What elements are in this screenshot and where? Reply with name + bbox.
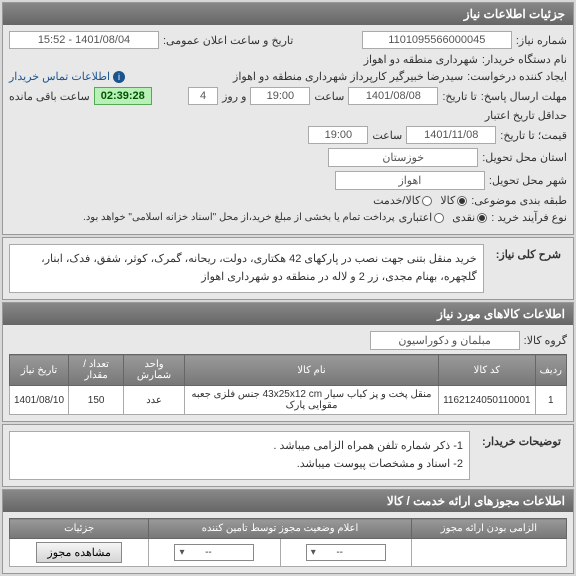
need-no-value: 1101095566000045 — [362, 31, 512, 49]
items-col-header: ردیف — [535, 355, 566, 386]
items-table: ردیفکد کالانام کالاواحد شمارشتعداد / مقد… — [9, 354, 567, 415]
creator-label: ایجاد کننده درخواست: — [467, 70, 567, 83]
notes-box: 1- ذکر شماره تلفن همراه الزامی میباشد . … — [9, 431, 470, 480]
days-value: 4 — [188, 87, 218, 105]
panel-title: جزئیات اطلاعات نیاز — [3, 3, 573, 25]
need-no-label: شماره نیاز: — [516, 34, 567, 47]
permit-row: -- -- مشاهده مجوز — [10, 539, 567, 567]
validity-date: 1401/11/08 — [406, 126, 496, 144]
time-label-2: ساعت — [372, 129, 402, 142]
items-col-header: تاریخ نیاز — [10, 355, 69, 386]
deadline-date: 1401/08/08 — [348, 87, 438, 105]
items-title: اطلاعات کالاهای مورد نیاز — [3, 303, 573, 325]
status-select-1[interactable]: -- — [306, 544, 386, 561]
deadline-label: مهلت ارسال پاسخ: — [481, 90, 567, 103]
remain-label: ساعت باقی مانده — [9, 90, 90, 103]
radio-service[interactable]: کالا/خدمت — [373, 194, 432, 207]
province-label: استان محل تحویل: — [482, 151, 567, 164]
contact-link[interactable]: i اطلاعات تماس خریدار — [9, 70, 125, 83]
contact-text: اطلاعات تماس خریدار — [9, 70, 110, 83]
items-col-header: واحد شمارش — [124, 355, 185, 386]
process-radio-group: نقدی اعتباری — [399, 211, 488, 224]
radio-cash[interactable]: نقدی — [452, 211, 487, 224]
items-col-header: نام کالا — [184, 355, 438, 386]
buyer-label: نام دستگاه خریدار: — [482, 53, 567, 66]
city-value: اهواز — [335, 171, 485, 190]
col-status: اعلام وضعیت مجوز توسط تامین کننده — [149, 519, 412, 539]
notes-label: توضیحات خریدار: — [476, 431, 567, 452]
process-note: پرداخت تمام یا بخشی از مبلغ خرید،از محل … — [83, 212, 395, 223]
group-label: گروه کالا: — [524, 334, 567, 347]
radio-goods[interactable]: کالا — [440, 194, 467, 207]
col-mandatory: الزامی بودن ارائه مجوز — [411, 519, 566, 539]
permits-panel: اطلاعات مجوزهای ارائه خدمت / کالا الزامی… — [2, 489, 574, 574]
creator-value: سیدرضا خبیرگیر کارپرداز شهرداری منطقه دو… — [233, 70, 463, 83]
radio-credit[interactable]: اعتباری — [399, 211, 445, 224]
buyer-value: شهرداری منطقه دو اهواز — [364, 53, 478, 66]
process-label: نوع فرآیند خرید : — [491, 211, 567, 224]
status-select-2[interactable]: -- — [174, 544, 254, 561]
validity-label: حداقل تاریخ اعتبار — [485, 109, 567, 122]
pub-date-label: تاریخ و ساعت اعلان عمومی: — [163, 34, 293, 47]
time-label-1: ساعت — [314, 90, 344, 103]
view-permit-button[interactable]: مشاهده مجوز — [36, 542, 121, 563]
deadline-time: 19:00 — [250, 87, 310, 105]
note-line-1: 1- ذکر شماره تلفن همراه الزامی میباشد . — [16, 438, 463, 456]
province-value: خوزستان — [328, 148, 478, 167]
category-radio-group: کالا کالا/خدمت — [373, 194, 467, 207]
items-col-header: کد کالا — [439, 355, 536, 386]
buyer-notes-panel: توضیحات خریدار: 1- ذکر شماره تلفن همراه … — [2, 424, 574, 487]
col-details: جزئیات — [10, 519, 149, 539]
description-panel: شرح کلی نیاز: خرید منقل بتنی جهت نصب در … — [2, 237, 574, 300]
validity-sub: قیمت؛ تا تاریخ: — [500, 129, 567, 142]
city-label: شهر محل تحویل: — [489, 174, 567, 187]
desc-label: شرح کلی نیاز: — [490, 244, 567, 265]
category-label: طبقه بندی موضوعی: — [471, 194, 567, 207]
info-icon: i — [113, 71, 125, 83]
deadline-sub: تا تاریخ: — [442, 90, 476, 103]
desc-text: خرید منقل بتنی جهت نصب در پارکهای 42 هکت… — [9, 244, 484, 293]
table-row: 11162124050110001منقل پخت و پز کباب سیار… — [10, 386, 567, 415]
timer-value: 02:39:28 — [94, 87, 152, 105]
group-value: مبلمان و دکوراسیون — [370, 331, 520, 350]
note-line-2: 2- اسناد و مشخصات پیوست میباشد. — [16, 456, 463, 474]
pub-date-value: 1401/08/04 - 15:52 — [9, 31, 159, 49]
day-label: و روز — [222, 90, 246, 103]
items-col-header: تعداد / مقدار — [69, 355, 124, 386]
permits-table: الزامی بودن ارائه مجوز اعلام وضعیت مجوز … — [9, 518, 567, 567]
validity-time: 19:00 — [308, 126, 368, 144]
need-details-panel: جزئیات اطلاعات نیاز شماره نیاز: 11010955… — [2, 2, 574, 235]
items-panel: اطلاعات کالاهای مورد نیاز گروه کالا: مبل… — [2, 302, 574, 422]
permits-title: اطلاعات مجوزهای ارائه خدمت / کالا — [3, 490, 573, 512]
